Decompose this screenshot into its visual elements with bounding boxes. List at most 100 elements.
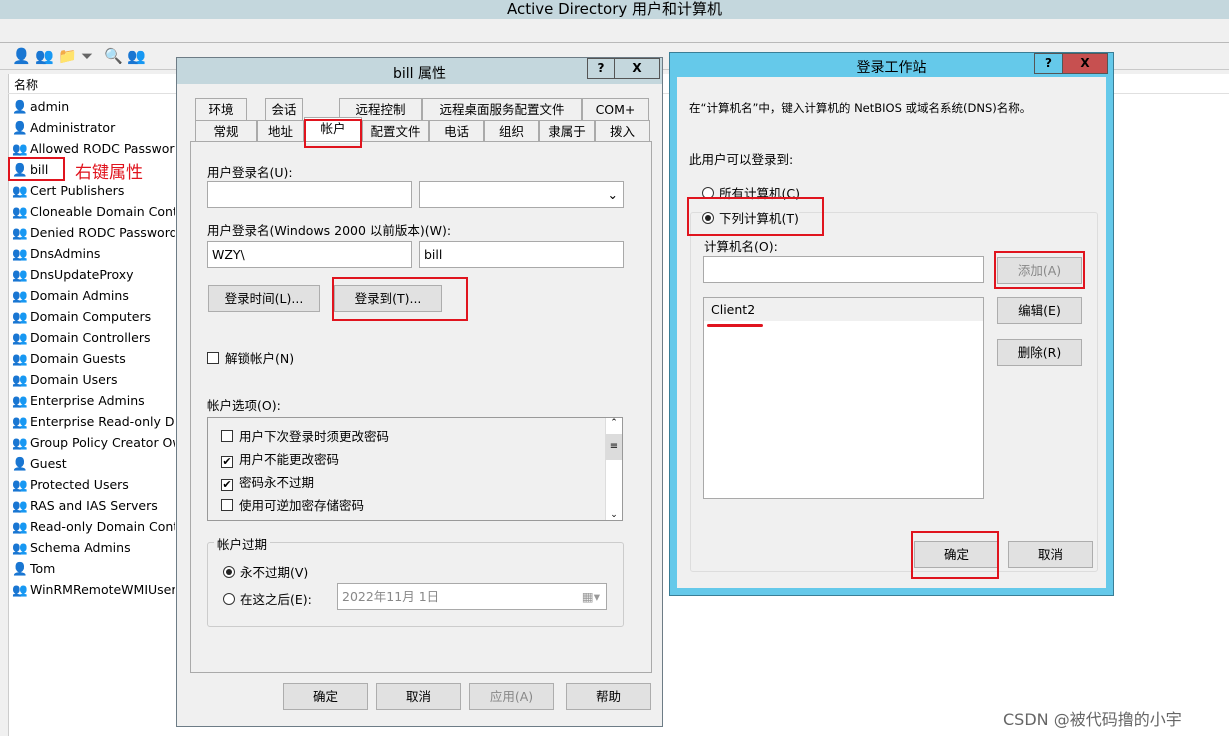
list-item[interactable]: 👥 Cert Publishers	[12, 180, 175, 201]
help-button[interactable]: ?	[1034, 53, 1063, 74]
account-option[interactable]: 使用可逆加密存储密码	[221, 495, 364, 514]
radio[interactable]	[223, 566, 235, 578]
list-item[interactable]: 👥 Domain Admins	[12, 285, 175, 306]
tab-0[interactable]: 常规	[195, 120, 257, 142]
list-item[interactable]: 👥 Group Policy Creator Ow	[12, 432, 175, 453]
account-option[interactable]: 用户下次登录时须更改密码	[221, 426, 389, 445]
radio[interactable]	[223, 593, 235, 605]
list-item[interactable]: 👥 RAS and IAS Servers	[12, 495, 175, 516]
list-item[interactable]: 👥 Denied RODC Password	[12, 222, 175, 243]
account-options-list: 用户下次登录时须更改密码 ✔ 用户不能更改密码 ✔ 密码永不过期使用可逆加密存储密码 ⌃…	[207, 417, 623, 521]
checkbox[interactable]	[221, 499, 233, 511]
tab-3[interactable]: 远程桌面服务配置文件	[422, 98, 582, 120]
group-icon: 👥	[12, 414, 28, 429]
tab-0[interactable]: 环境	[195, 98, 247, 120]
scroll-thumb[interactable]: ≡	[606, 434, 622, 460]
list-item[interactable]: 👥 DnsAdmins	[12, 243, 175, 264]
scroll-down-icon[interactable]: ⌄	[606, 510, 622, 520]
group-icon: 👥	[12, 498, 28, 513]
list-item[interactable]: 👥 Schema Admins	[12, 537, 175, 558]
tab-7[interactable]: 拨入	[595, 120, 650, 142]
help-dialog-button[interactable]: 帮助	[566, 683, 651, 710]
list-item[interactable]: 👥 Allowed RODC Password	[12, 138, 175, 159]
checkbox[interactable]	[207, 352, 219, 364]
tab-4[interactable]: COM+	[582, 98, 649, 120]
scrollbar[interactable]: ⌃ ≡ ⌄	[605, 418, 622, 520]
cancel-button[interactable]: 取消	[376, 683, 461, 710]
list-item[interactable]: 👥 Domain Controllers	[12, 327, 175, 348]
logon-hours-button[interactable]: 登录时间(L)...	[208, 285, 320, 312]
pre2000-label: 用户登录名(Windows 2000 以前版本)(W):	[207, 223, 452, 238]
tab-4[interactable]: 电话	[429, 120, 484, 142]
list-item[interactable]: 👤 Guest	[12, 453, 175, 474]
item-name: DnsUpdateProxy	[30, 267, 134, 282]
properties-dialog: bill 属性 ? X 环境 会话 远程控制 远程桌面服务配置文件 COM+ 常规 地址 帐户…	[176, 57, 663, 727]
option-label: 用户不能更改密码	[239, 452, 340, 467]
new-ou-icon[interactable]: 📁	[58, 47, 77, 65]
group-icon: 👥	[12, 183, 28, 198]
list-item[interactable]: 👥 WinRMRemoteWMIUsers	[12, 579, 175, 600]
help-button[interactable]: ?	[587, 58, 615, 79]
list-item[interactable]: 👥 Enterprise Read-only Do	[12, 411, 175, 432]
expiry-label: 帐户过期	[214, 534, 271, 553]
computer-name-label: 计算机名(O):	[704, 239, 778, 254]
group-icon: 👥	[12, 519, 28, 534]
list-item[interactable]: 👥 Read-only Domain Contr	[12, 516, 175, 537]
tab-3[interactable]: 配置文件	[362, 120, 429, 142]
calendar-icon[interactable]: ▦▾	[582, 584, 600, 609]
tab-6[interactable]: 隶属于	[539, 120, 595, 142]
group-icon: 👥	[12, 540, 28, 555]
list-item[interactable]: 👥 Cloneable Domain Contr	[12, 201, 175, 222]
checkbox[interactable]	[221, 430, 233, 442]
sam-account-input[interactable]: bill	[419, 241, 624, 268]
expiry-date-picker[interactable]: 2022年11月 1日 ▦▾	[337, 583, 607, 610]
list-item[interactable]: Client2	[704, 298, 983, 321]
item-name: admin	[30, 99, 70, 114]
highlight-ok	[911, 531, 999, 579]
close-button[interactable]: X	[1062, 53, 1108, 74]
checkbox[interactable]: ✔	[221, 456, 233, 468]
filter-icon[interactable]: ⏷	[81, 47, 93, 65]
highlight-add	[994, 251, 1085, 289]
list-item[interactable]: 👥 Protected Users	[12, 474, 175, 495]
new-group-icon[interactable]: 👥	[35, 47, 54, 65]
account-option[interactable]: ✔ 用户不能更改密码	[221, 449, 339, 468]
list-item[interactable]: 👥 Domain Users	[12, 369, 175, 390]
group-icon: 👥	[12, 309, 28, 324]
list-item[interactable]: 👥 DnsUpdateProxy	[12, 264, 175, 285]
scroll-up-icon[interactable]: ⌃	[606, 418, 622, 434]
unlock-checkbox[interactable]: 解锁帐户(N)	[207, 348, 294, 367]
item-name: Guest	[30, 456, 67, 471]
apply-button[interactable]: 应用(A)	[469, 683, 554, 710]
computer-name-input[interactable]	[703, 256, 984, 283]
tab-1[interactable]: 会话	[265, 98, 303, 120]
expires-after-radio[interactable]: 在这之后(E):	[223, 589, 312, 608]
upn-suffix-select[interactable]: ⌄	[419, 181, 624, 208]
group-icon: 👥	[12, 204, 28, 219]
checkbox[interactable]: ✔	[221, 479, 233, 491]
edit-button[interactable]: 编辑(E)	[997, 297, 1082, 324]
item-name: Domain Controllers	[30, 330, 151, 345]
new-user-icon[interactable]: 👤	[12, 47, 31, 65]
list-item[interactable]: 👥 Domain Guests	[12, 348, 175, 369]
ok-button[interactable]: 确定	[283, 683, 368, 710]
list-item[interactable]: 👤 Administrator	[12, 117, 175, 138]
list-item[interactable]: 👤 Tom	[12, 558, 175, 579]
after-label: 在这之后(E):	[240, 592, 312, 607]
tab-1[interactable]: 地址	[257, 120, 304, 142]
close-button[interactable]: X	[614, 58, 660, 79]
tab-5[interactable]: 组织	[484, 120, 539, 142]
group-icon: 👥	[12, 288, 28, 303]
find-icon[interactable]: 🔍	[104, 47, 123, 65]
group-icon: 👥	[12, 141, 28, 156]
cancel-button[interactable]: 取消	[1008, 541, 1093, 568]
remove-button[interactable]: 删除(R)	[997, 339, 1082, 366]
list-item[interactable]: 👥 Domain Computers	[12, 306, 175, 327]
option-label: 密码永不过期	[239, 475, 315, 490]
account-option[interactable]: ✔ 密码永不过期	[221, 472, 314, 491]
list-item[interactable]: 👥 Enterprise Admins	[12, 390, 175, 411]
never-expires-radio[interactable]: 永不过期(V)	[223, 562, 308, 581]
add-to-group-icon[interactable]: 👥	[127, 47, 146, 65]
logon-name-input[interactable]	[207, 181, 412, 208]
list-item[interactable]: 👤 admin	[12, 96, 175, 117]
